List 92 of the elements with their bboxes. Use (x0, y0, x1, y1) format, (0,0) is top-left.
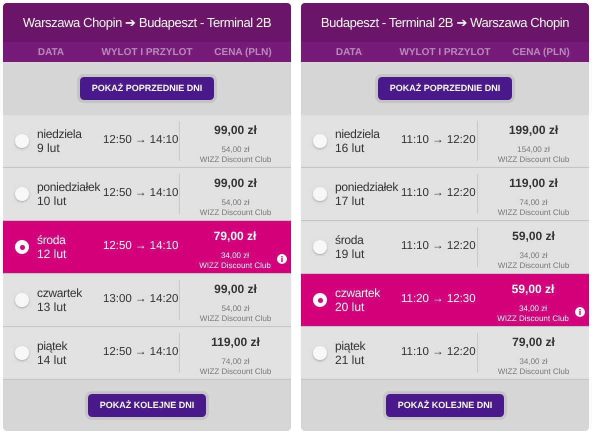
club-price: 34,00 zł (519, 251, 548, 261)
weekday-label: poniedziałek (37, 180, 100, 194)
price: 119,00 zł (211, 334, 260, 351)
weekday-label: piątek (37, 339, 68, 353)
flight-row[interactable]: niedziela 16 lut 11:10 → 12:20 199,00 zł 154,00 zł WIZZ Discount Club (301, 115, 589, 168)
price: 99,00 zł (214, 281, 257, 298)
weekday-label: środa (37, 233, 66, 247)
flight-times: 11:10 → 12:20 (401, 186, 476, 202)
club-price: 74,00 zł (519, 198, 548, 208)
price: 99,00 zł (214, 175, 257, 192)
radio-button[interactable] (313, 346, 327, 360)
club-price: 34,00 zł (518, 304, 548, 314)
flight-times: 12:50 → 14:10 (103, 345, 178, 360)
flight-times: 12:50 → 14:10 (103, 133, 178, 148)
date-label: 12 lut (37, 247, 68, 261)
club-label: WIZZ Discount Club (498, 208, 570, 218)
date-label: 20 lut (335, 300, 366, 314)
flight-times: 11:10 → 12:20 (401, 239, 476, 254)
date-label: 14 lut (37, 353, 68, 367)
route-title: Budapeszt - Terminal 2B ➔ Warszawa Chopin (320, 14, 570, 32)
radio-button[interactable] (15, 187, 29, 201)
route-title: Warszawa Chopin ➔ Budapeszt - Terminal 2B (22, 14, 272, 32)
flight-times: 12:50 → 14:10 (103, 239, 178, 254)
flight-row[interactable]: czwartek 13 lut 13:00 → 14:20 99,00 zł 54,00 zł WIZZ Discount Club (3, 274, 291, 327)
flight-row[interactable]: piątek 21 lut 11:10 → 12:20 79,00 zł 34,00 zł WIZZ Discount Club (301, 327, 589, 380)
date-label: 16 lut (335, 141, 366, 155)
club-price: 154,00 zł (517, 145, 550, 155)
price: 59,00 zł (512, 228, 555, 245)
price: 199,00 zł (508, 122, 558, 139)
flight-row[interactable]: niedziela 9 lut 12:50 → 14:10 99,00 zł 54,00 zł WIZZ Discount Club (3, 115, 291, 168)
date-label: 19 lut (335, 247, 366, 261)
radio-button[interactable] (15, 293, 29, 307)
flight-times: 11:10 → 12:20 (401, 133, 476, 148)
date-label: 9 lut (37, 141, 61, 155)
flight-times: 12:50 → 14:10 (103, 186, 178, 202)
flight-row[interactable]: piątek 14 lut 12:50 → 14:10 119,00 zł 74,00 zł WIZZ Discount Club (3, 327, 291, 380)
weekday-label: środa (335, 233, 364, 247)
column-header: CENA (PLN) (214, 46, 272, 60)
show-days-button[interactable]: POKAŻ KOLEJNE DNI (88, 394, 206, 417)
date-label: 13 lut (37, 300, 68, 314)
column-header: CENA (PLN) (512, 46, 570, 60)
flight-times: 11:10 → 12:20 (401, 345, 476, 360)
info-icon[interactable] (575, 307, 585, 317)
price: 99,00 zł (214, 122, 257, 139)
club-price: 34,00 zł (519, 357, 548, 367)
radio-button[interactable] (313, 240, 327, 254)
column-header: DATA (38, 46, 64, 60)
weekday-label: czwartek (37, 286, 82, 300)
club-label: WIZZ Discount Club (200, 314, 272, 324)
date-label: 10 lut (37, 194, 68, 208)
radio-button[interactable] (15, 134, 29, 148)
club-label: WIZZ Discount Club (199, 261, 271, 271)
club-label: WIZZ Discount Club (200, 155, 272, 165)
flight-row[interactable]: czwartek 20 lut 11:20 → 12:30 59,00 zł 34,00 zł WIZZ Discount Club (301, 274, 589, 327)
column-header: WYLOT I PRZYLOT (101, 46, 193, 60)
weekday-label: niedziela (335, 127, 380, 141)
info-icon[interactable] (277, 254, 287, 264)
weekday-label: niedziela (37, 127, 82, 141)
club-price: 54,00 zł (221, 198, 250, 208)
club-label: WIZZ Discount Club (200, 367, 272, 377)
flight-times: 13:00 → 14:20 (103, 292, 178, 308)
club-label: WIZZ Discount Club (498, 261, 570, 271)
column-header: DATA (336, 46, 362, 60)
date-label: 21 lut (335, 353, 366, 367)
weekday-label: piątek (335, 339, 366, 353)
weekday-label: czwartek (335, 286, 380, 300)
club-label: WIZZ Discount Club (498, 367, 570, 377)
price: 59,00 zł (512, 281, 554, 298)
radio-button[interactable] (15, 240, 29, 254)
club-label: WIZZ Discount Club (497, 314, 569, 324)
club-price: 54,00 zł (221, 145, 250, 155)
show-days-button[interactable]: POKAŻ KOLEJNE DNI (386, 394, 504, 417)
radio-button[interactable] (313, 187, 327, 201)
show-days-button[interactable]: POKAŻ POPRZEDNIE DNI (378, 77, 512, 100)
club-label: WIZZ Discount Club (200, 208, 272, 218)
price: 79,00 zł (214, 228, 256, 245)
date-label: 17 lut (335, 194, 366, 208)
radio-button[interactable] (313, 293, 327, 307)
flight-times: 11:20 → 12:30 (401, 292, 476, 308)
club-price: 54,00 zł (221, 304, 250, 314)
flight-row[interactable]: środa 12 lut 12:50 → 14:10 79,00 zł 34,00 zł WIZZ Discount Club (3, 221, 291, 274)
show-days-button[interactable]: POKAŻ POPRZEDNIE DNI (80, 77, 214, 100)
club-price: 34,00 zł (220, 251, 250, 261)
column-header: WYLOT I PRZYLOT (399, 46, 491, 60)
club-price: 74,00 zł (221, 357, 250, 367)
weekday-label: poniedziałek (335, 180, 398, 194)
price: 79,00 zł (512, 334, 555, 351)
price: 119,00 zł (509, 175, 558, 192)
flight-row[interactable]: środa 19 lut 11:10 → 12:20 59,00 zł 34,00 zł WIZZ Discount Club (301, 221, 589, 274)
radio-button[interactable] (15, 346, 29, 360)
radio-button[interactable] (313, 134, 327, 148)
club-label: WIZZ Discount Club (498, 155, 570, 165)
